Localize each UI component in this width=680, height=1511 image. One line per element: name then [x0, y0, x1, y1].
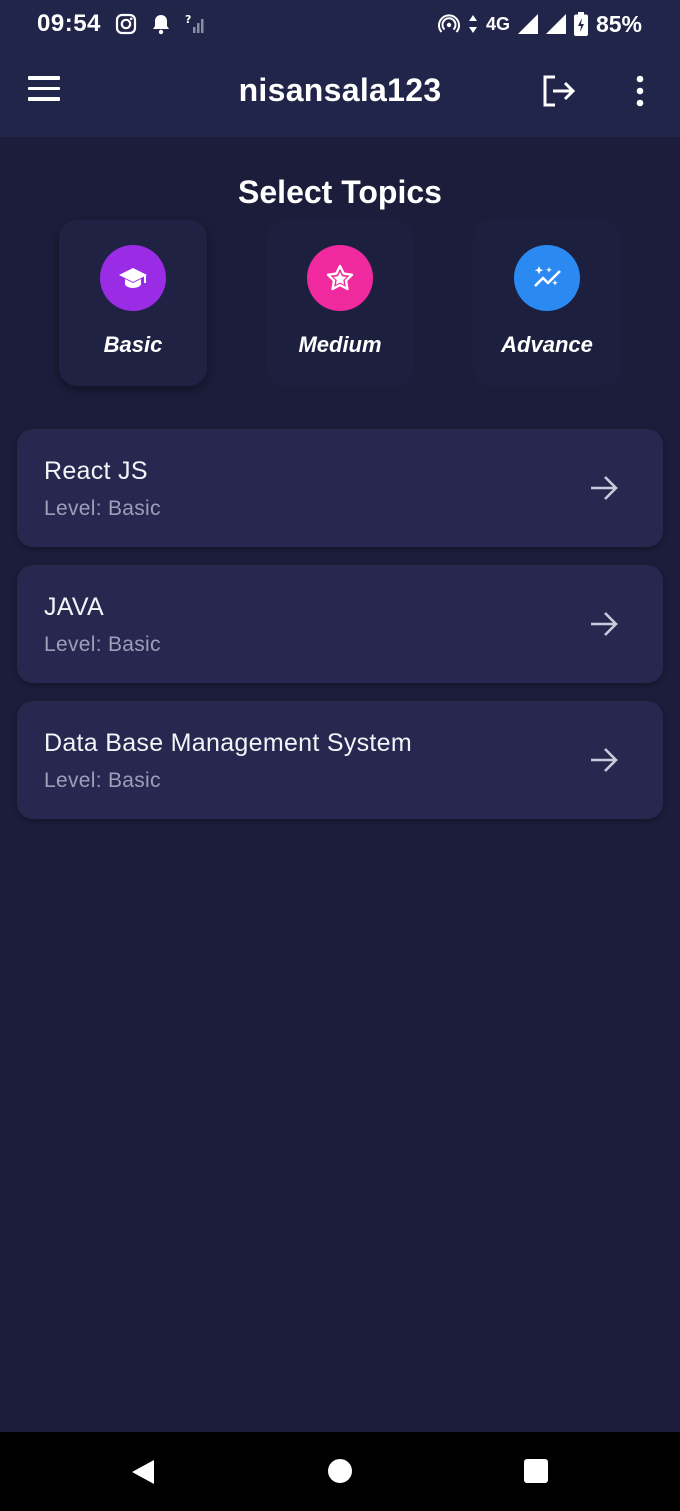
topic-level: Level: Basic — [44, 497, 161, 520]
status-right: 4G 85% — [437, 10, 642, 38]
home-button[interactable] — [328, 1459, 352, 1483]
logout-button[interactable] — [541, 74, 581, 110]
back-button[interactable] — [130, 1458, 156, 1491]
svg-text:?: ? — [185, 13, 191, 26]
topic-card-dbms[interactable]: Data Base Management System Level: Basic — [17, 701, 663, 819]
network-type: 4G — [485, 13, 510, 34]
status-time: 09:54 — [37, 10, 101, 37]
level-card-advance[interactable]: Advance — [473, 220, 621, 386]
back-icon — [132, 1460, 154, 1484]
more-vert-icon — [636, 75, 644, 107]
signal-icon — [517, 14, 538, 34]
level-card-basic[interactable]: Basic — [59, 220, 207, 386]
topic-name: JAVA — [44, 593, 105, 621]
level-selector: Basic Medium Advance — [0, 220, 680, 388]
battery-charging-icon — [573, 12, 588, 36]
status-left: 09:54 ? — [37, 10, 207, 38]
app-bar: nisansala123 — [0, 48, 680, 137]
battery-percentage: 85% — [595, 10, 642, 37]
app-screen: 09:54 ? 4G 85% nisansala123 Select Topic… — [0, 0, 680, 1511]
status-bar: 09:54 ? 4G 85% — [0, 0, 680, 48]
level-icon-badge — [100, 245, 166, 311]
logout-icon — [543, 75, 576, 107]
data-arrows-icon — [468, 14, 478, 34]
topic-name: Data Base Management System — [44, 729, 412, 757]
section-title: Select Topics — [238, 174, 442, 210]
level-label: Advance — [501, 332, 593, 357]
level-card-medium[interactable]: Medium — [266, 220, 414, 386]
level-icon-badge — [307, 245, 373, 311]
hotspot-icon — [437, 13, 460, 35]
graduation-cap-icon — [119, 268, 147, 288]
level-label: Basic — [103, 332, 163, 357]
instagram-icon — [115, 13, 137, 35]
topic-level: Level: Basic — [44, 633, 161, 656]
more-options-button[interactable] — [630, 74, 650, 110]
recents-button[interactable] — [524, 1459, 548, 1483]
signal-icon-2 — [545, 14, 566, 34]
no-signal-icon: ? — [185, 13, 207, 35]
arrow-right-icon — [591, 748, 618, 772]
topic-level: Level: Basic — [44, 769, 161, 792]
system-nav-bar — [0, 1432, 680, 1511]
level-icon-badge — [514, 245, 580, 311]
topic-card-react-js[interactable]: React JS Level: Basic — [17, 429, 663, 547]
level-label: Medium — [298, 332, 382, 357]
star-icon — [326, 264, 354, 291]
notification-bell-icon — [151, 13, 171, 35]
arrow-right-icon — [591, 612, 618, 636]
arrow-right-icon — [591, 476, 618, 500]
topic-name: React JS — [44, 457, 148, 485]
topic-card-java[interactable]: JAVA Level: Basic — [17, 565, 663, 683]
sparkle-trend-icon — [534, 266, 561, 287]
